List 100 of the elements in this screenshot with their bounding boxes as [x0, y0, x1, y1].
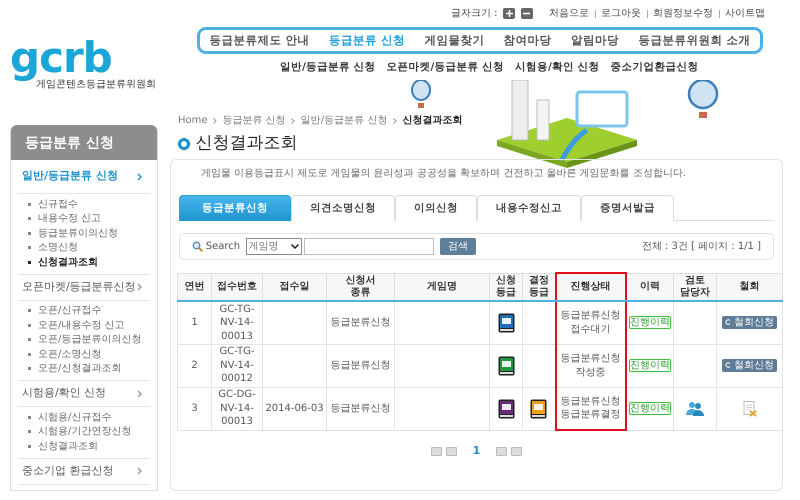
- sidebar-section[interactable]: 중소기업 환급신청: [18, 458, 150, 484]
- balloon-icon: [410, 80, 432, 110]
- withdraw-button[interactable]: 철회신청: [722, 358, 778, 372]
- last-page-button[interactable]: [511, 446, 522, 456]
- sidebar-link[interactable]: 내용수정 신고: [38, 211, 102, 226]
- sidebar-section[interactable]: 일반/등급분류 신청: [18, 160, 150, 194]
- sub-nav-link[interactable]: 시험용/확인 신청: [515, 60, 600, 76]
- chevron-icon: [137, 467, 142, 475]
- document-x-icon[interactable]: [742, 400, 756, 416]
- nav-link-item[interactable]: 등급분류제도 안내: [210, 32, 310, 50]
- next-page-button[interactable]: [496, 446, 508, 456]
- sub-nav-link[interactable]: 중소기업환급신청: [610, 60, 698, 76]
- sidebar-link[interactable]: 오픈/소명신청: [38, 346, 102, 362]
- column-header: 신청서 종류: [326, 273, 394, 301]
- sidebar-link[interactable]: 등급분류이의신청: [38, 226, 118, 241]
- intro-text: 게임물 이용등급표시 제도로 게임물의 윤리성과 공공성을 확보하며 건전하고 올바른 게임문화를 조성합니다.: [200, 167, 687, 181]
- history-button[interactable]: 진행이력: [628, 358, 671, 372]
- bullet-icon: [28, 324, 31, 327]
- column-header: 신청 등급: [490, 273, 522, 301]
- bullet-icon: [28, 338, 31, 342]
- table-cell: GC-TG- NV-14- 00012: [212, 344, 262, 387]
- tab[interactable]: 의견소명신청: [291, 195, 395, 221]
- table-cell: 1: [178, 301, 212, 344]
- table-cell: 등급분류신청: [326, 387, 394, 430]
- nav-link-item[interactable]: 등급분류 신청: [328, 32, 405, 50]
- sub-nav-link[interactable]: 오픈마켓/등급분류 신청: [386, 60, 504, 76]
- sidebar-section[interactable]: 오픈마켓/등급분류신청: [18, 274, 150, 300]
- table-cell: 등급분류신청: [326, 344, 394, 387]
- sub-nav-link[interactable]: 일반/등급분류 신청: [280, 60, 376, 76]
- chevron-icon: [137, 390, 142, 398]
- zoom-out-button[interactable]: [520, 8, 532, 19]
- bullet-icon: [28, 202, 31, 206]
- first-page-button[interactable]: [430, 446, 442, 456]
- breadcrumb-link[interactable]: 등급분류 신청: [222, 113, 286, 128]
- sidebar-link[interactable]: 시험용/신규접수: [38, 410, 112, 425]
- select-field[interactable]: 게임명: [246, 238, 302, 255]
- chevron-icon: [213, 118, 218, 124]
- tab[interactable]: 이의신청: [395, 195, 477, 221]
- chevron-icon: [137, 283, 142, 291]
- people-icon[interactable]: [686, 400, 704, 416]
- logo-subtitle: 게임콘텐츠등급분류위원회: [36, 79, 157, 92]
- tab[interactable]: 내용수정신고: [477, 195, 581, 221]
- column-header: 철회: [716, 273, 782, 301]
- top-link[interactable]: 로그아웃: [601, 6, 641, 21]
- sidebar-link[interactable]: 신청결과조회: [38, 254, 98, 270]
- table-cell: 등급분류신청 작성중: [556, 344, 626, 387]
- bullet-icon: [28, 416, 31, 419]
- sidebar-link[interactable]: 신규접수: [38, 196, 78, 212]
- bullet-icon: [28, 232, 31, 235]
- breadcrumb-link[interactable]: Home: [178, 113, 208, 128]
- table-cell: 2: [178, 344, 212, 387]
- search-label: Search: [206, 240, 240, 254]
- search-button[interactable]: 검색: [440, 238, 476, 255]
- nav-link-item[interactable]: 등급분류위원회 소개: [638, 32, 750, 50]
- bullet-icon: [28, 260, 31, 264]
- history-button[interactable]: 진행이력: [628, 316, 671, 329]
- table-cell: 등급분류신청 등급분류결정: [556, 387, 626, 430]
- prev-page-button[interactable]: [446, 446, 457, 456]
- undo-icon: [724, 319, 731, 326]
- table-cell: GC-TG- NV-14- 00013: [212, 301, 262, 344]
- nav-link-item[interactable]: 참여마당: [504, 32, 552, 50]
- column-header: 이력: [626, 273, 674, 301]
- nav-link-item[interactable]: 알림마당: [570, 32, 619, 50]
- column-header: 접수일: [262, 273, 326, 301]
- font-size-label: 글자크기 :: [450, 7, 498, 21]
- sidebar-link[interactable]: 오픈/신규접수: [38, 303, 102, 318]
- sidebar-title: 등급분류 신청: [11, 125, 157, 160]
- top-link[interactable]: 회원정보수정: [653, 6, 713, 21]
- bullet-icon: [28, 367, 31, 370]
- sidebar-link[interactable]: 신청결과조회: [38, 438, 98, 454]
- search-field[interactable]: [304, 238, 434, 255]
- sidebar-section[interactable]: 시험용/확인 신청: [18, 381, 150, 407]
- column-header: 검토 담당자: [674, 273, 716, 301]
- top-link[interactable]: 사이트맵: [725, 6, 765, 21]
- table-cell: 등급분류신청 접수대기: [556, 301, 626, 344]
- result-summary: 전체 : 3건 [ 페이지 : 1/1 ]: [642, 240, 761, 254]
- bullet-icon: [28, 246, 31, 250]
- sidebar-link[interactable]: 시험용/기간연장신청: [38, 424, 132, 440]
- history-button[interactable]: 진행이력: [628, 402, 671, 415]
- sidebar-link[interactable]: 오픈/등급분류이의신청: [38, 332, 142, 348]
- bullet-icon: [178, 138, 190, 150]
- nav-link-item[interactable]: 게임물찾기: [424, 32, 484, 50]
- minus-icon: [523, 10, 530, 17]
- table-cell: 등급분류신청: [326, 301, 394, 344]
- breadcrumb-link[interactable]: 일반/등급분류 신청: [300, 113, 388, 128]
- table-cell: 3: [178, 387, 212, 430]
- column-header: 연번: [178, 273, 212, 301]
- chevron-icon: [392, 118, 397, 124]
- bullet-icon: [28, 309, 31, 312]
- bullet-icon: [28, 444, 31, 448]
- page-link[interactable]: 1: [472, 443, 480, 460]
- sidebar-link[interactable]: 오픈/신청결과조회: [38, 361, 122, 376]
- zoom-in-button[interactable]: [503, 8, 515, 19]
- tab[interactable]: 증명서발급: [581, 195, 674, 221]
- sidebar-link[interactable]: 오픈/내용수정 신고: [38, 318, 125, 333]
- chevron-icon: [291, 118, 296, 124]
- top-link[interactable]: 처음으로: [549, 6, 589, 21]
- sidebar-link[interactable]: 소명신청: [38, 240, 78, 256]
- withdraw-button[interactable]: 철회신청: [722, 316, 778, 329]
- column-header: 진행상태: [556, 273, 626, 301]
